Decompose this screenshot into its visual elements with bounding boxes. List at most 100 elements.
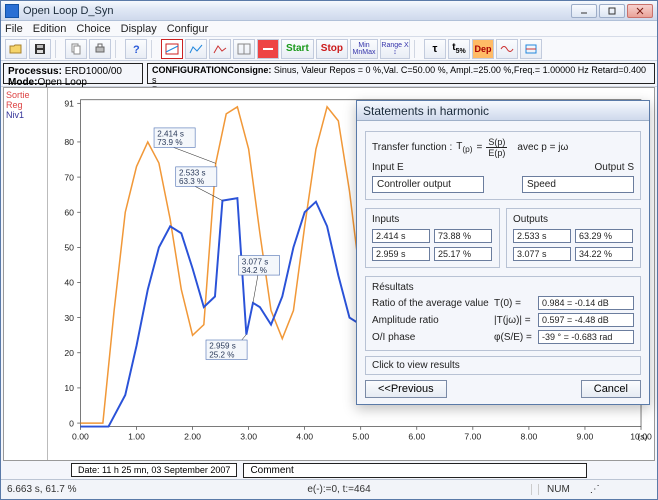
date-box: Date: 11 h 25 mn, 03 September 2007 <box>71 463 237 477</box>
in1-time[interactable]: 2.414 s <box>372 229 430 243</box>
processus-label: Processus: <box>8 66 62 77</box>
svg-text:70: 70 <box>64 172 74 182</box>
svg-text:25.2 %: 25.2 % <box>209 350 234 359</box>
processus-box: Processus: ERD1000/00 Mode: Open Loop <box>3 63 143 84</box>
out1-time[interactable]: 2.533 s <box>513 229 571 243</box>
svg-text:2.00: 2.00 <box>184 432 201 442</box>
svg-text:3.077 s: 3.077 s <box>242 257 269 266</box>
print-icon[interactable] <box>89 39 111 59</box>
tool-wave[interactable] <box>496 39 518 59</box>
menu-file[interactable]: File <box>5 23 23 35</box>
svg-text:30: 30 <box>64 313 74 323</box>
results-group: Résultats Ratio of the average valueT(0)… <box>365 276 641 351</box>
menu-choice[interactable]: Choice <box>76 23 110 35</box>
tf-fraction: S(p)E(p) <box>486 137 507 158</box>
toolbar: ? Start Stop MinMnMax Range X↕ τ t5% Dep <box>1 37 657 61</box>
processus-value: ERD1000/00 <box>65 66 122 77</box>
svg-text:50: 50 <box>64 243 74 253</box>
titlebar: Open Loop D_Syn <box>1 1 657 21</box>
cancel-button[interactable]: Cancel <box>581 380 641 398</box>
out1-val[interactable]: 63.29 % <box>575 229 633 243</box>
legend-niv1: Niv1 <box>6 110 45 120</box>
plot-area[interactable]: 01020304050607080910.001.002.003.004.005… <box>48 88 654 460</box>
maximize-button[interactable] <box>599 4 625 18</box>
side-panel: Sortie Reg Niv1 <box>4 88 48 460</box>
tool-cfg[interactable] <box>520 39 542 59</box>
main-area: Sortie Reg Niv1 01020304050607080910.001… <box>3 87 655 461</box>
svg-text:63.3 %: 63.3 % <box>179 177 204 186</box>
input-e-field[interactable]: Controller output <box>372 176 484 193</box>
chart-tool-2[interactable] <box>185 39 207 59</box>
svg-text:20: 20 <box>64 348 74 358</box>
chart-tool-1[interactable] <box>161 39 183 59</box>
output-s-field[interactable]: Speed <box>522 176 634 193</box>
menu-edition[interactable]: Edition <box>33 23 67 35</box>
minimize-button[interactable] <box>571 4 597 18</box>
svg-text:?: ? <box>133 44 140 55</box>
svg-text:0.00: 0.00 <box>72 432 89 442</box>
r2-label: Amplitude ratio <box>372 315 494 326</box>
config-label: CONFIGURATION <box>152 65 227 75</box>
svg-text:5.00: 5.00 <box>352 432 369 442</box>
resize-grip[interactable]: ⋰ <box>590 484 600 495</box>
chart-tool-3[interactable] <box>209 39 231 59</box>
info-row: Processus: ERD1000/00 Mode: Open Loop CO… <box>1 61 657 87</box>
tool-dep[interactable]: Dep <box>472 39 494 59</box>
r3-label: O/I phase <box>372 332 494 343</box>
app-icon <box>5 4 19 18</box>
copy-icon[interactable] <box>65 39 87 59</box>
tool-tau[interactable]: τ <box>424 39 446 59</box>
tf-label: Transfer function : <box>372 142 452 153</box>
status-left: 6.663 s, 61.7 % <box>7 484 147 495</box>
legend-sortie-reg: Sortie Reg <box>6 90 45 110</box>
start-button[interactable]: Start <box>281 39 314 59</box>
svg-text:4.00: 4.00 <box>296 432 313 442</box>
save-icon[interactable] <box>29 39 51 59</box>
in2-val[interactable]: 25.17 % <box>434 247 492 261</box>
menu-display[interactable]: Display <box>121 23 157 35</box>
output-s-label: Output S <box>595 162 634 173</box>
app-window: Open Loop D_Syn File Edition Choice Disp… <box>0 0 658 500</box>
harmonic-dialog: Statements in harmonic Transfer function… <box>356 100 650 405</box>
svg-text:34.2 %: 34.2 % <box>242 266 267 275</box>
in2-time[interactable]: 2.959 s <box>372 247 430 261</box>
menu-configure[interactable]: Configur <box>167 23 209 35</box>
svg-text:8.00: 8.00 <box>520 432 537 442</box>
r1-label: Ratio of the average value <box>372 298 494 309</box>
consigne-label: Consigne: <box>227 65 271 75</box>
svg-text:60: 60 <box>64 207 74 217</box>
tool-t5[interactable]: t5% <box>448 39 470 59</box>
svg-text:2.533 s: 2.533 s <box>179 169 206 178</box>
svg-text:73.9 %: 73.9 % <box>157 138 182 147</box>
open-icon[interactable] <box>5 39 27 59</box>
svg-text:(s): (s) <box>637 432 647 442</box>
chart-tool-5[interactable] <box>257 39 279 59</box>
svg-text:6.00: 6.00 <box>408 432 425 442</box>
tool-minmax[interactable]: MinMnMax <box>350 39 378 59</box>
menubar: File Edition Choice Display Configur <box>1 21 657 37</box>
help-icon[interactable]: ? <box>125 39 147 59</box>
chart-tool-4[interactable] <box>233 39 255 59</box>
svg-text:40: 40 <box>64 278 74 288</box>
svg-text:9.00: 9.00 <box>577 432 594 442</box>
svg-text:2.414 s: 2.414 s <box>157 130 184 139</box>
r1-value: 0.984 = -0.14 dB <box>538 296 634 310</box>
in1-val[interactable]: 73.88 % <box>434 229 492 243</box>
svg-text:1.00: 1.00 <box>128 432 145 442</box>
click-results[interactable]: Click to view results <box>365 356 641 375</box>
tool-range[interactable]: Range X↕ <box>380 39 410 59</box>
outputs-group: Outputs 2.533 s63.29 % 3.077 s34.22 % <box>506 208 641 268</box>
r2-value: 0.597 = -4.48 dB <box>538 313 634 327</box>
config-box: CONFIGURATIONConsigne: Sinus, Valeur Rep… <box>147 63 655 84</box>
status-num: NUM <box>538 484 570 495</box>
out2-val[interactable]: 34.22 % <box>575 247 633 261</box>
comment-box[interactable]: Comment <box>243 463 587 478</box>
out2-time[interactable]: 3.077 s <box>513 247 571 261</box>
previous-button[interactable]: <<Previous <box>365 380 447 398</box>
stop-button[interactable]: Stop <box>316 39 348 59</box>
inputs-group: Inputs 2.414 s73.88 % 2.959 s25.17 % <box>365 208 500 268</box>
status-mid: e(-):=0, t:=464 <box>147 484 531 495</box>
svg-text:80: 80 <box>64 137 74 147</box>
results-label: Résultats <box>372 282 634 293</box>
close-button[interactable] <box>627 4 653 18</box>
